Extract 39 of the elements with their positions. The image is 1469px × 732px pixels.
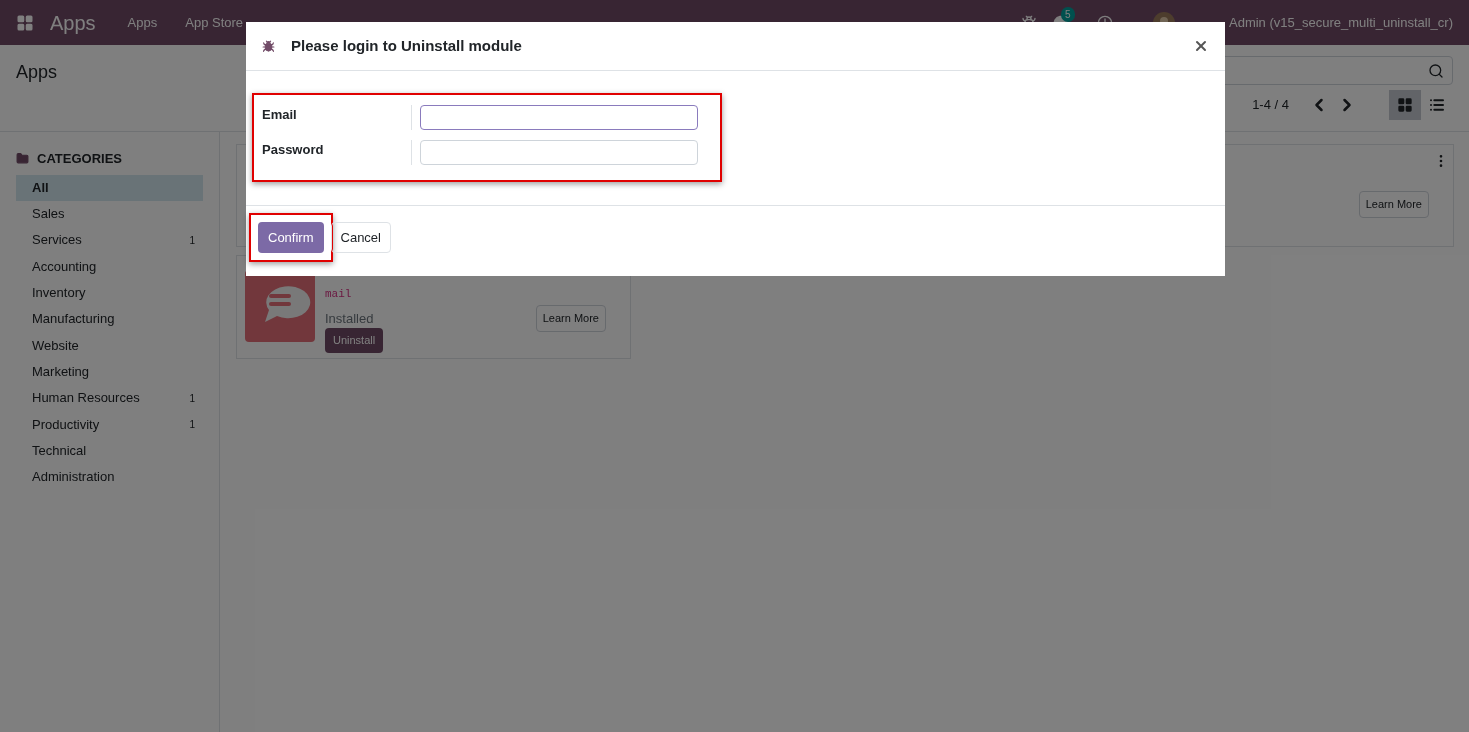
app-name[interactable]: Apps bbox=[50, 7, 96, 38]
menu-item[interactable]: App Store bbox=[185, 12, 244, 33]
technical-name: mail bbox=[325, 287, 353, 302]
category-item[interactable]: Marketing bbox=[16, 358, 203, 385]
view-button[interactable] bbox=[1389, 90, 1421, 120]
search-icon[interactable] bbox=[1428, 62, 1444, 79]
category-item[interactable]: Website bbox=[16, 332, 203, 359]
dialog-title: Please login to Uninstall module bbox=[291, 35, 522, 56]
page-title: Apps bbox=[16, 61, 58, 84]
field-label: Password bbox=[262, 140, 412, 165]
close-icon[interactable] bbox=[1193, 38, 1209, 54]
field-label: Email bbox=[262, 105, 412, 130]
category-item[interactable]: Services 1 bbox=[16, 227, 203, 254]
menu-item[interactable]: Apps bbox=[127, 12, 158, 33]
bug-icon bbox=[262, 39, 275, 53]
category-item[interactable]: Inventory bbox=[16, 279, 203, 306]
user-name[interactable]: Admin (v15_secure_multi_uninstall_cr) bbox=[1229, 12, 1453, 33]
list-icon bbox=[1429, 97, 1445, 113]
cancel-button[interactable]: Cancel bbox=[330, 222, 391, 253]
install-status: Installed bbox=[325, 309, 375, 328]
input-field[interactable] bbox=[420, 105, 698, 130]
category-item[interactable]: Manufacturing bbox=[16, 306, 203, 333]
category-item[interactable]: Technical bbox=[16, 437, 203, 464]
learn-more-button[interactable]: Learn More bbox=[535, 305, 606, 332]
category-item[interactable]: Administration bbox=[16, 463, 203, 491]
uninstall-button[interactable]: Uninstall bbox=[325, 328, 384, 353]
folder-icon bbox=[16, 152, 29, 166]
category-item[interactable]: Accounting bbox=[16, 253, 203, 280]
kanban-icon bbox=[1397, 97, 1413, 113]
pager-value: 1-4 / 4 bbox=[1252, 96, 1289, 115]
category-item[interactable]: Sales bbox=[16, 200, 203, 228]
learn-more-button[interactable]: Learn More bbox=[1358, 191, 1429, 218]
category-item[interactable]: All bbox=[16, 174, 203, 201]
app-grid-icon[interactable] bbox=[16, 13, 34, 32]
category-item[interactable]: Human Resources 1 bbox=[16, 384, 203, 412]
category-item[interactable]: Productivity 1 bbox=[16, 411, 203, 438]
sidebar-heading: CATEGORIES bbox=[37, 150, 122, 168]
confirm-button[interactable]: Confirm bbox=[258, 222, 324, 253]
chat-badge: 5 bbox=[1061, 6, 1075, 22]
